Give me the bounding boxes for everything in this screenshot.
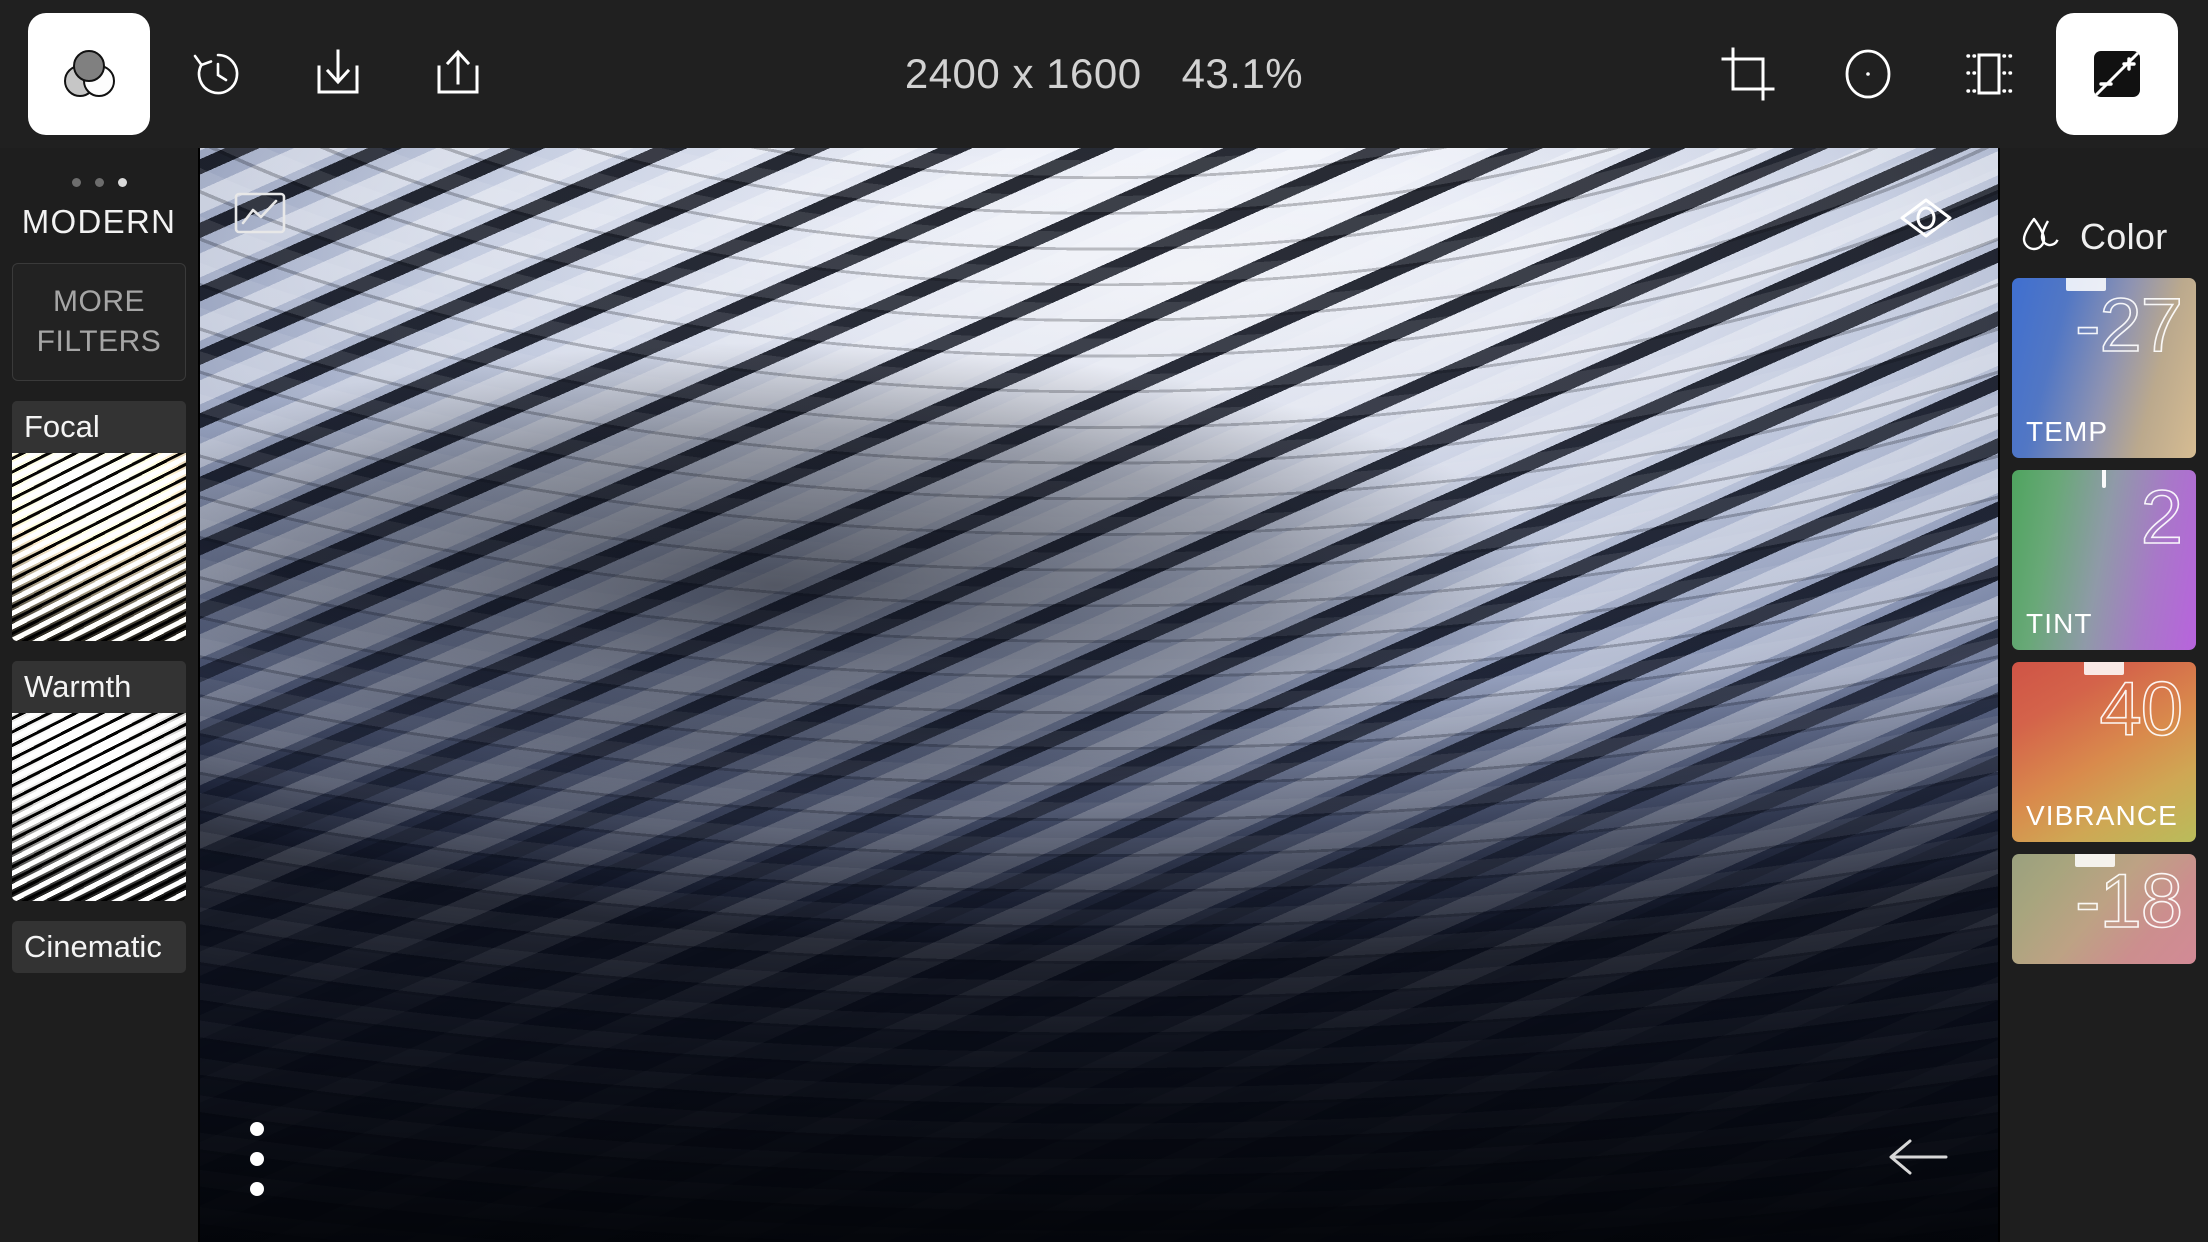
slider-value: -27 [2074, 283, 2183, 368]
slider-saturation[interactable]: -18 [2012, 854, 2196, 964]
pager-dot-2[interactable] [94, 178, 104, 187]
filter-label: Cinematic [12, 921, 186, 973]
slider-value: 2 [2140, 475, 2184, 560]
filter-label: Focal [12, 401, 186, 453]
adjust-levels-button[interactable] [2056, 13, 2178, 135]
vertical-dots-icon [250, 1152, 264, 1166]
adjustments-panel-title: Color [2080, 216, 2168, 257]
pager-dot-3[interactable] [117, 178, 127, 187]
frame-button[interactable] [1928, 14, 2048, 134]
filter-label: Warmth [12, 661, 186, 713]
water-drops-icon [2018, 211, 2066, 264]
filter-item-focal[interactable]: Focal [12, 401, 186, 641]
three-circles-icon [58, 43, 120, 105]
filter-preview-image [12, 713, 186, 901]
image-canvas[interactable] [200, 148, 2000, 1242]
compare-preview-button[interactable] [1896, 196, 1956, 245]
crop-button[interactable] [1688, 14, 1808, 134]
photo-editor-app: 2400 x 1600 43.1% MODERN MORE FILTERS Fo… [0, 0, 2208, 1242]
top-toolbar: 2400 x 1600 43.1% [0, 0, 2208, 148]
frame-marquee-icon [1957, 45, 2019, 103]
filter-thumbnail[interactable] [12, 453, 186, 641]
share-button[interactable] [398, 14, 518, 134]
radial-filter-button[interactable] [1808, 14, 1928, 134]
back-arrow-icon [1884, 1139, 1950, 1183]
slider-value: -18 [2074, 859, 2183, 944]
photo-tone-overlay [200, 148, 1998, 1242]
slider-vibrance[interactable]: 40 VIBRANCE [2012, 662, 2196, 842]
top-toolbar-left-group [0, 13, 518, 135]
filters-sidebar: MODERN MORE FILTERS Focal Warmth Cinemat… [0, 148, 200, 1242]
filter-category-title: MODERN [21, 203, 177, 240]
slider-thumb[interactable] [2102, 470, 2106, 488]
vertical-dots-icon [250, 1122, 264, 1136]
pager-dot-1[interactable] [71, 178, 81, 187]
download-tray-icon [309, 45, 367, 103]
histogram-mountain-icon [234, 192, 286, 240]
more-filters-button[interactable]: MORE FILTERS [12, 263, 186, 381]
slider-value: 40 [2099, 667, 2184, 752]
filter-item-cinematic[interactable]: Cinematic [12, 921, 186, 973]
image-dimensions-label: 2400 x 1600 [904, 50, 1142, 97]
more-filters-line1: MORE [53, 285, 145, 319]
share-upload-icon [429, 45, 487, 103]
histogram-button[interactable] [234, 190, 286, 241]
filter-preview-image [12, 453, 186, 641]
slider-tint[interactable]: 2 TINT [2012, 470, 2196, 650]
circle-dot-icon [1839, 45, 1897, 103]
color-mixer-button[interactable] [28, 13, 150, 135]
eye-preview-icon [1896, 198, 1956, 244]
adjustments-panel-header: Color [2000, 148, 2208, 278]
adjustments-panel: Color -27 TEMP 2 TINT 40 VIBRANCE -18 [2000, 148, 2208, 1242]
vertical-dots-icon [250, 1182, 264, 1196]
slider-temp[interactable]: -27 TEMP [2012, 278, 2196, 458]
more-filters-line2: FILTERS [36, 325, 162, 358]
top-toolbar-right-group [1688, 13, 2208, 135]
zoom-level-label: 43.1% [1181, 50, 1304, 97]
slider-label: TEMP [2026, 416, 2109, 447]
back-button[interactable] [1884, 1135, 1950, 1184]
edited-photo [200, 148, 1998, 1242]
plus-minus-diagonal-icon [2086, 43, 2148, 105]
filter-thumbnail[interactable] [12, 713, 186, 901]
canvas-overflow-menu[interactable] [250, 1122, 264, 1196]
history-rotate-icon [188, 44, 248, 104]
slider-label: VIBRANCE [2026, 800, 2178, 831]
crop-icon [1719, 45, 1777, 103]
download-button[interactable] [278, 14, 398, 134]
slider-label: TINT [2026, 608, 2093, 639]
main-body: MODERN MORE FILTERS Focal Warmth Cinemat… [0, 148, 2208, 1242]
history-button[interactable] [158, 14, 278, 134]
filter-pager[interactable] [0, 148, 198, 187]
filter-item-warmth[interactable]: Warmth [12, 661, 186, 901]
